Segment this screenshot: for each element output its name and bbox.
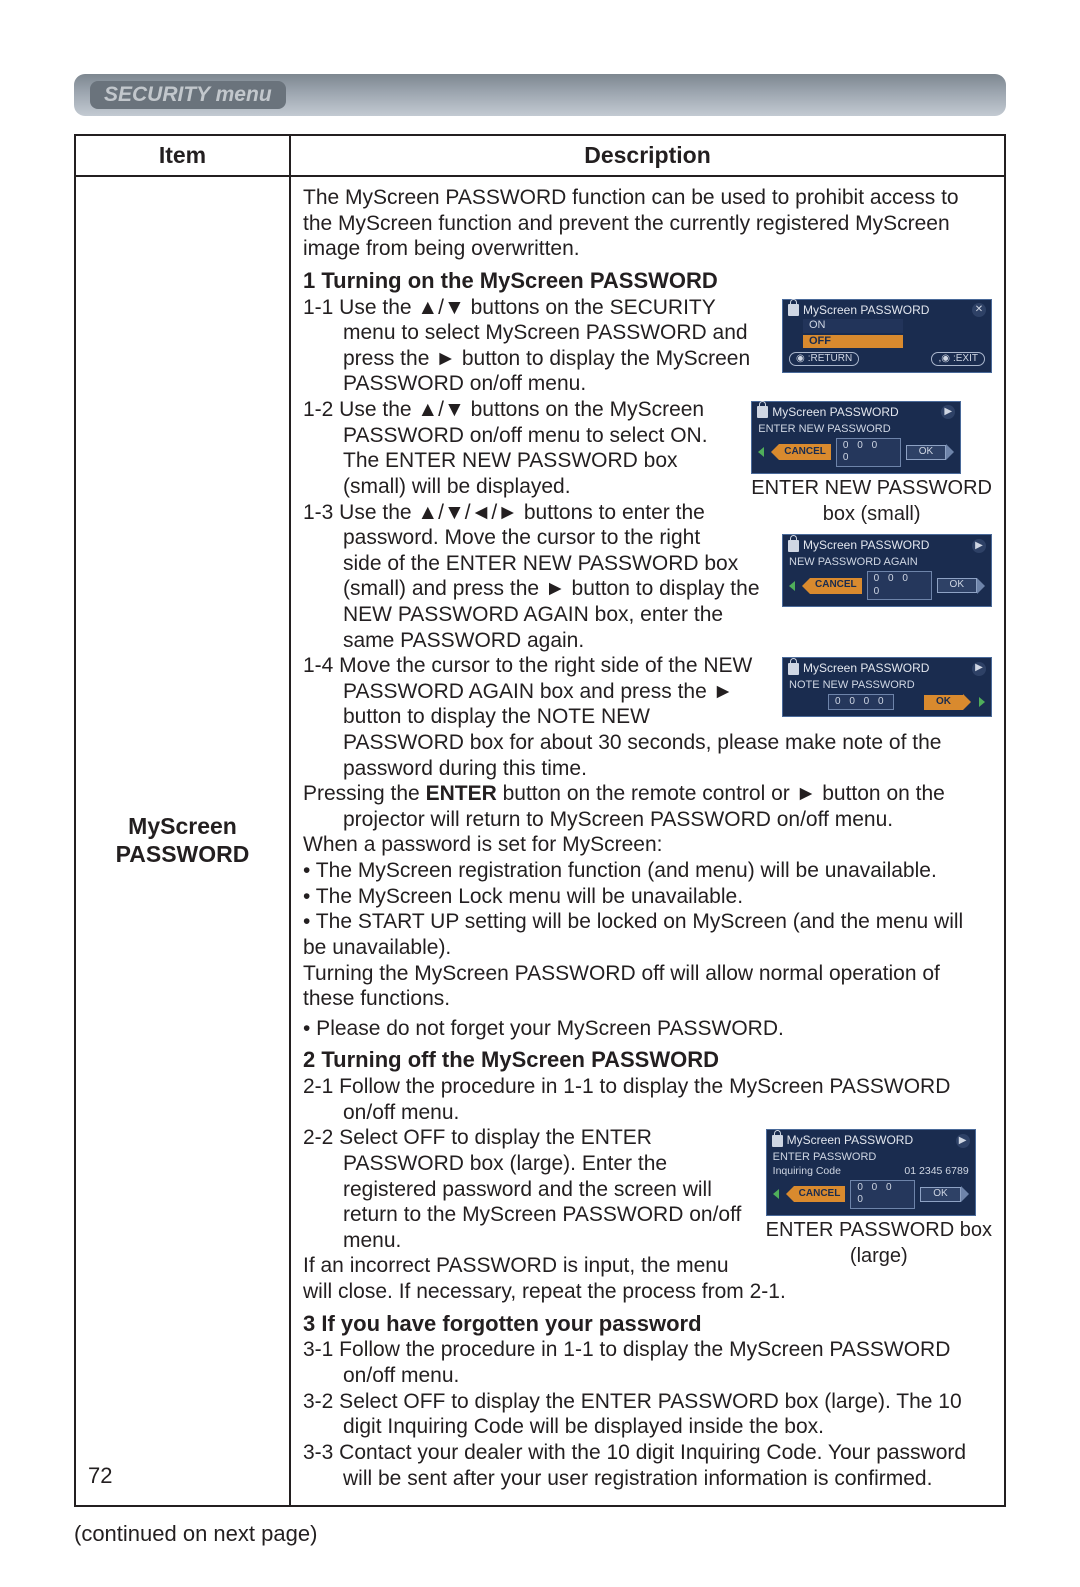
inquiring-code: 01 2345 6789 <box>904 1165 968 1178</box>
lock-icon <box>788 540 799 552</box>
right-icon: ▶ <box>941 405 955 419</box>
cancel-button: CANCEL <box>771 444 831 460</box>
dialog-note: MyScreen PASSWORD ▶ NOTE NEW PASSWORD 0 … <box>782 657 992 717</box>
step-3-2: 3-2 Select OFF to display the ENTER PASS… <box>303 1389 992 1440</box>
close-icon: ✕ <box>972 303 986 317</box>
left-arrow-icon <box>789 581 795 591</box>
pin-box: 0 0 0 0 <box>828 694 894 710</box>
item-name-line2: PASSWORD <box>116 841 250 867</box>
opt-on: ON <box>803 319 903 332</box>
pin-box: 0 0 0 0 <box>836 438 901 466</box>
intro-text: The MyScreen PASSWORD function can be us… <box>303 185 992 262</box>
off-allows: Turning the MyScreen PASSWORD off will a… <box>303 961 992 1012</box>
dlg5-sub: ENTER PASSWORD <box>773 1151 969 1164</box>
security-table: Item Description MyScreen PASSWORD The M… <box>74 134 1006 1507</box>
step-3-3: 3-3 Contact your dealer with the 10 digi… <box>303 1440 992 1491</box>
ok-button: OK <box>924 694 971 710</box>
opt-off: OFF <box>803 335 903 348</box>
dialog-enter-large: MyScreen PASSWORD ▶ ENTER PASSWORD Inqui… <box>766 1129 992 1268</box>
return-button: ◉:RETURN <box>789 352 859 366</box>
col-item-head: Item <box>75 135 290 176</box>
dlg4-title: MyScreen PASSWORD <box>803 661 929 676</box>
dlg3-title: MyScreen PASSWORD <box>803 538 929 553</box>
lock-icon <box>788 304 799 316</box>
dlg5-caption1: ENTER PASSWORD box <box>766 1218 992 1242</box>
left-arrow-icon <box>758 447 764 457</box>
pin-box: 0 0 0 0 <box>850 1180 915 1208</box>
lock-icon <box>757 406 768 418</box>
when-set: When a password is set for MyScreen: <box>303 832 992 858</box>
pressing-enter: Pressing the ENTER button on the remote … <box>303 781 992 832</box>
menu-header: SECURITY menu <box>74 74 1006 116</box>
exit-button: ,◉:EXIT <box>931 352 985 366</box>
right-icon: ▶ <box>972 662 986 676</box>
ok-button: OK <box>937 578 985 594</box>
bullet-3: • The START UP setting will be locked on… <box>303 909 992 960</box>
dlg1-title: MyScreen PASSWORD <box>803 303 929 318</box>
right-icon: ▶ <box>956 1134 970 1148</box>
pin-box: 0 0 0 0 <box>867 571 932 599</box>
ok-button: OK <box>906 444 954 460</box>
bullet-1: • The MyScreen registration function (an… <box>303 858 992 884</box>
dialog-enter-new: MyScreen PASSWORD ▶ ENTER NEW PASSWORD C… <box>751 401 992 526</box>
section3-heading: 3 If you have forgotten your password <box>303 1311 992 1338</box>
dialog-onoff: MyScreen PASSWORD ✕ ON OFF ◉:RETURN ,◉:E… <box>782 299 992 374</box>
dlg5-caption2: (large) <box>766 1244 992 1268</box>
col-desc-head: Description <box>290 135 1005 176</box>
page-number: 72 <box>88 1463 112 1489</box>
section1-heading: 1 Turning on the MyScreen PASSWORD <box>303 268 992 295</box>
dlg3-sub: NEW PASSWORD AGAIN <box>789 556 985 569</box>
dialog-again: MyScreen PASSWORD ▶ NEW PASSWORD AGAIN C… <box>782 534 992 606</box>
cancel-button: CANCEL <box>786 1186 846 1202</box>
description-cell: The MyScreen PASSWORD function can be us… <box>290 176 1005 1506</box>
inquiring-label: Inquiring Code <box>773 1165 841 1178</box>
continued-note: (continued on next page) <box>74 1521 1006 1547</box>
dlg2-caption2: box (small) <box>751 502 992 526</box>
step-3-1: 3-1 Follow the procedure in 1-1 to displ… <box>303 1337 992 1388</box>
right-icon: ▶ <box>972 539 986 553</box>
dlg2-sub: ENTER NEW PASSWORD <box>758 423 954 436</box>
left-arrow-icon <box>773 1189 779 1199</box>
lock-icon <box>772 1135 783 1147</box>
dlg4-sub: NOTE NEW PASSWORD <box>789 679 985 692</box>
dlg2-caption1: ENTER NEW PASSWORD <box>751 476 992 500</box>
dlg2-title: MyScreen PASSWORD <box>772 405 898 420</box>
cancel-button: CANCEL <box>802 578 862 594</box>
dlg5-title: MyScreen PASSWORD <box>787 1133 913 1148</box>
dont-forget: • Please do not forget your MyScreen PAS… <box>303 1016 992 1042</box>
right-arrow-icon <box>979 697 985 707</box>
menu-title: SECURITY menu <box>90 81 286 109</box>
section2-heading: 2 Turning off the MyScreen PASSWORD <box>303 1047 992 1074</box>
item-name: MyScreen PASSWORD <box>75 176 290 1506</box>
step-2-1: 2-1 Follow the procedure in 1-1 to displ… <box>303 1074 992 1125</box>
ok-button: OK <box>920 1186 968 1202</box>
item-name-line1: MyScreen <box>128 813 237 839</box>
bullet-2: • The MyScreen Lock menu will be unavail… <box>303 884 992 910</box>
lock-icon <box>788 663 799 675</box>
